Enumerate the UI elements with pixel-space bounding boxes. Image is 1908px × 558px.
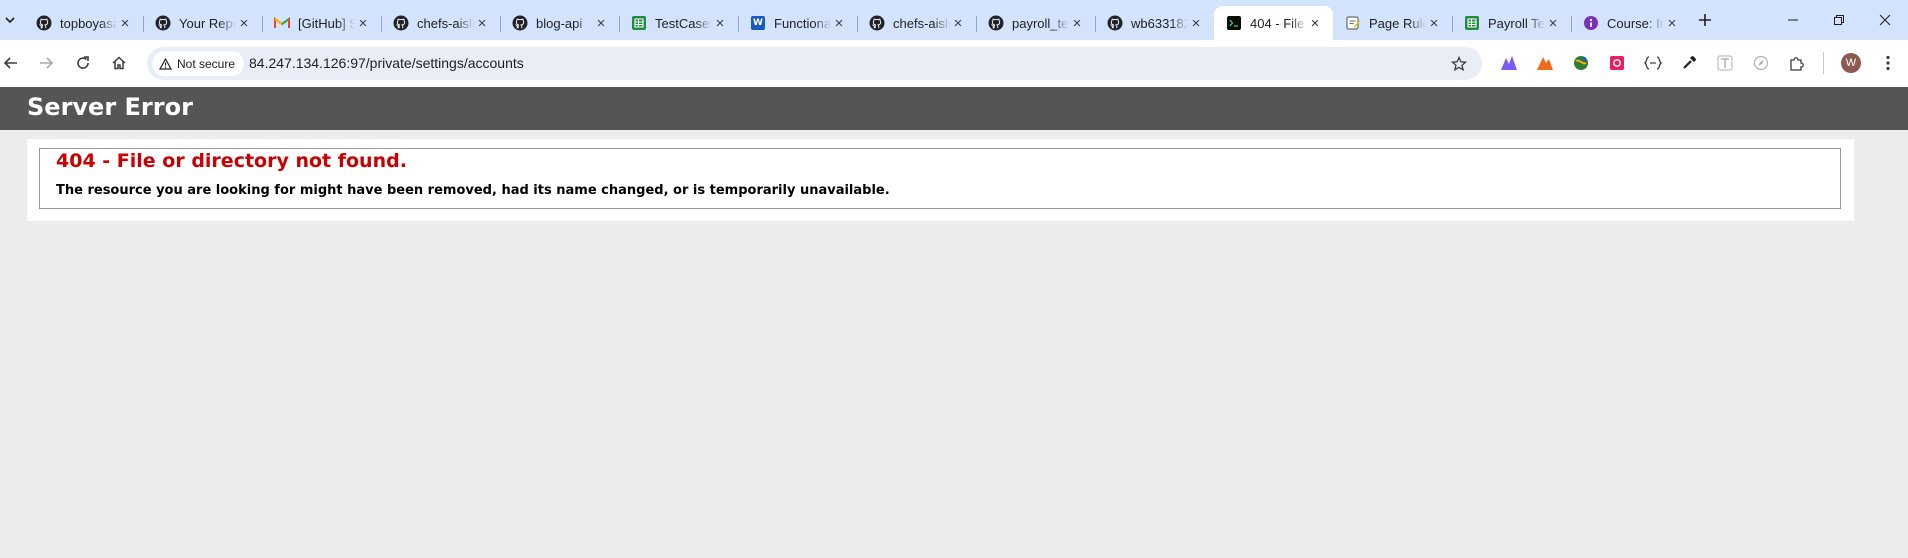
tab-close-icon[interactable]: × bbox=[1188, 15, 1204, 32]
github-icon bbox=[36, 15, 52, 31]
browser-tab[interactable]: TestCases × bbox=[619, 6, 738, 40]
word-icon: W bbox=[750, 15, 766, 31]
tab-title: Payroll Test bbox=[1488, 15, 1545, 31]
tab-close-icon[interactable]: × bbox=[474, 15, 490, 32]
back-arrow-icon[interactable] bbox=[0, 50, 24, 76]
terminal-icon bbox=[1226, 15, 1242, 31]
extensions-puzzle-icon[interactable] bbox=[1785, 51, 1809, 75]
home-icon[interactable] bbox=[106, 50, 132, 76]
browser-tab[interactable]: topboyasante × bbox=[24, 6, 143, 40]
tab-close-icon[interactable]: × bbox=[950, 15, 966, 32]
error-title: 404 - File or directory not found. bbox=[56, 150, 407, 172]
tab-title: chefs-aisle bbox=[893, 15, 950, 31]
extension-pink-gear-icon[interactable] bbox=[1605, 51, 1629, 75]
tab-title: chefs-aisle bbox=[417, 15, 474, 31]
extension-globe-icon[interactable] bbox=[1569, 51, 1593, 75]
restore-icon[interactable] bbox=[1816, 0, 1862, 40]
tab-search-chevron-icon[interactable] bbox=[0, 6, 20, 34]
close-window-icon[interactable] bbox=[1862, 0, 1908, 40]
tab-close-icon[interactable]: × bbox=[1545, 15, 1561, 32]
tab-title: Page Rules bbox=[1369, 15, 1426, 31]
security-label: Not secure bbox=[177, 56, 236, 71]
tab-title: [GitHub] Sudo email bbox=[298, 15, 355, 31]
new-tab-button[interactable] bbox=[1693, 8, 1717, 32]
browser-tab-active[interactable]: 404 - File or directory not found. × bbox=[1214, 6, 1333, 40]
extension-purple-peaks-icon[interactable] bbox=[1497, 51, 1521, 75]
error-fieldset: 404 - File or directory not found. The r… bbox=[39, 148, 1841, 209]
tab-close-icon[interactable]: × bbox=[1426, 15, 1442, 32]
tab-close-icon[interactable]: × bbox=[712, 15, 728, 32]
error-content: 404 - File or directory not found. The r… bbox=[27, 139, 1854, 221]
url-text[interactable]: 84.247.134.126:97/private/settings/accou… bbox=[249, 47, 524, 80]
browser-tab[interactable]: chefs-aisle × bbox=[857, 6, 976, 40]
toolbar-divider bbox=[1823, 52, 1824, 74]
tab-close-icon[interactable]: × bbox=[1069, 15, 1085, 32]
browser-tab[interactable]: Page Rules × bbox=[1333, 6, 1452, 40]
tab-close-icon[interactable]: × bbox=[236, 15, 252, 32]
gmail-icon bbox=[274, 15, 290, 31]
github-icon bbox=[512, 15, 528, 31]
more-menu-icon[interactable] bbox=[1876, 51, 1900, 75]
tab-title: topboyasante bbox=[60, 15, 117, 31]
tab-list: topboyasante × Your Repositories × [GitH… bbox=[24, 0, 1690, 40]
browser-tab[interactable]: W Functional × bbox=[738, 6, 857, 40]
browser-tab[interactable]: chefs-aisle × bbox=[381, 6, 500, 40]
extension-text-icon[interactable] bbox=[1713, 51, 1737, 75]
tab-close-icon[interactable]: × bbox=[831, 15, 847, 32]
tab-title: blog-api bbox=[536, 15, 583, 31]
github-icon bbox=[393, 15, 409, 31]
tab-title: 404 - File or directory not found. bbox=[1250, 15, 1307, 31]
profile-avatar[interactable]: W bbox=[1841, 53, 1861, 73]
tab-title: payroll_test bbox=[1012, 15, 1069, 31]
github-icon bbox=[155, 15, 171, 31]
minimize-icon[interactable] bbox=[1770, 0, 1816, 40]
google-sheets-icon bbox=[631, 15, 647, 31]
reload-icon[interactable] bbox=[70, 50, 96, 76]
warning-triangle-icon bbox=[159, 57, 172, 70]
tab-strip: topboyasante × Your Repositories × [GitH… bbox=[0, 0, 1908, 40]
extension-orange-peaks-icon[interactable] bbox=[1533, 51, 1557, 75]
course-icon bbox=[1583, 15, 1599, 31]
security-indicator[interactable]: Not secure bbox=[152, 51, 245, 76]
browser-tab[interactable]: payroll_test × bbox=[976, 6, 1095, 40]
github-icon bbox=[1107, 15, 1123, 31]
tab-close-icon[interactable]: × bbox=[355, 15, 371, 32]
tab-title: Your Repositories bbox=[179, 15, 236, 31]
browser-tab[interactable]: [GitHub] Sudo email × bbox=[262, 6, 381, 40]
extension-eyedropper-icon[interactable] bbox=[1677, 51, 1701, 75]
tab-title: TestCases bbox=[655, 15, 712, 31]
tab-title: Course: Introduction bbox=[1607, 15, 1664, 31]
tab-close-icon[interactable]: × bbox=[117, 15, 133, 32]
google-sheets-icon bbox=[1464, 15, 1480, 31]
tab-close-icon[interactable]: × bbox=[593, 15, 609, 32]
browser-tab[interactable]: wb633182 × bbox=[1095, 6, 1214, 40]
extension-compass-icon[interactable] bbox=[1749, 51, 1773, 75]
server-error-header: Server Error bbox=[0, 87, 1908, 130]
browser-tab[interactable]: Course: Introduction × bbox=[1571, 6, 1690, 40]
tab-close-icon[interactable]: × bbox=[1307, 15, 1323, 32]
bookmark-star-icon[interactable] bbox=[1448, 53, 1470, 75]
browser-tab[interactable]: blog-api × bbox=[500, 6, 619, 40]
tab-title: wb633182 bbox=[1131, 15, 1188, 31]
forward-arrow-icon[interactable] bbox=[33, 50, 59, 76]
address-bar[interactable]: Not secure 84.247.134.126:97/private/set… bbox=[147, 47, 1482, 80]
error-description: The resource you are looking for might h… bbox=[56, 183, 890, 198]
browser-tab[interactable]: Your Repositories × bbox=[143, 6, 262, 40]
github-icon bbox=[869, 15, 885, 31]
notepad-icon bbox=[1345, 15, 1361, 31]
github-icon bbox=[988, 15, 1004, 31]
browser-tab[interactable]: Payroll Test × bbox=[1452, 6, 1571, 40]
tab-title: Functional bbox=[774, 15, 831, 31]
tab-close-icon[interactable]: × bbox=[1664, 15, 1680, 32]
extension-json-braces-icon[interactable] bbox=[1641, 51, 1665, 75]
page-title: Server Error bbox=[27, 93, 193, 121]
